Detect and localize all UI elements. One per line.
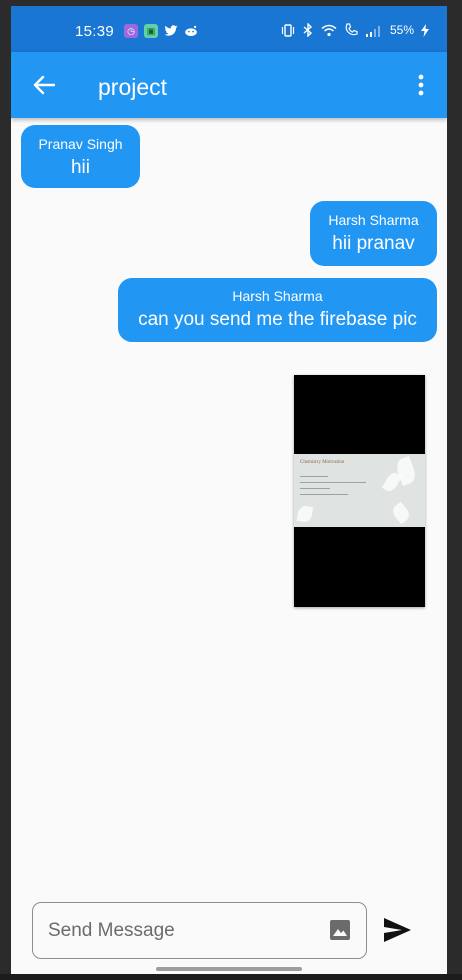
leaf-decoration — [389, 501, 413, 525]
slide-text-line — [300, 476, 328, 477]
message-text: hii — [70, 157, 90, 178]
message-input-box — [32, 902, 367, 959]
battery-percent: 55% — [389, 23, 414, 37]
notification-icons: ◷ ▣ — [124, 24, 198, 38]
arrow-back-icon — [33, 75, 55, 95]
app-icon: ▣ — [144, 24, 158, 38]
leaf-decoration — [296, 504, 314, 524]
back-button[interactable] — [29, 70, 59, 100]
slide-text-line — [300, 488, 330, 489]
message-text: hii pranav — [332, 233, 415, 254]
twitter-icon — [164, 24, 178, 38]
message-bubble[interactable]: Harsh Sharma hii pranav — [310, 201, 437, 266]
message-sender: Harsh Sharma — [232, 288, 323, 304]
home-indicator[interactable] — [156, 967, 302, 971]
message-bubble[interactable]: Pranav Singh hii — [21, 125, 140, 188]
leaf-decoration — [381, 470, 403, 494]
device-frame-bottom — [0, 974, 462, 980]
send-icon[interactable] — [381, 914, 413, 946]
message-input[interactable] — [46, 911, 320, 951]
message-sender: Harsh Sharma — [328, 212, 419, 228]
phone-screen: 15:39 ◷ ▣ 55% project Pranav Singh hii H… — [11, 6, 447, 974]
message-bubble[interactable]: Harsh Sharma can you send me the firebas… — [118, 278, 437, 342]
image-icon[interactable] — [328, 918, 352, 942]
message-sender: Pranav Singh — [38, 136, 123, 152]
signal-icon — [365, 25, 380, 37]
bluetooth-icon — [303, 23, 312, 37]
status-right-icons: 55% — [281, 23, 429, 37]
status-time: 15:39 — [75, 23, 115, 40]
chat-title: project — [98, 74, 168, 100]
reddit-icon — [184, 24, 198, 38]
image-message[interactable]: Chemistry Motivation — [294, 375, 425, 607]
alarm-icon: ◷ — [124, 24, 138, 38]
wifi-icon — [321, 24, 337, 36]
charging-icon — [421, 23, 429, 37]
app-bar: project — [11, 52, 447, 118]
slide-title: Chemistry Motivation — [300, 460, 345, 465]
vibrate-icon — [281, 23, 295, 37]
slide-text-line — [300, 482, 366, 483]
call-icon — [345, 23, 358, 36]
slide-text-line — [300, 494, 348, 495]
more-vert-icon — [418, 74, 424, 96]
more-options-button[interactable] — [409, 70, 433, 100]
image-thumbnail: Chemistry Motivation — [294, 454, 425, 527]
status-bar: 15:39 ◷ ▣ 55% — [11, 6, 447, 52]
message-text: can you send me the firebase pic — [138, 309, 417, 330]
